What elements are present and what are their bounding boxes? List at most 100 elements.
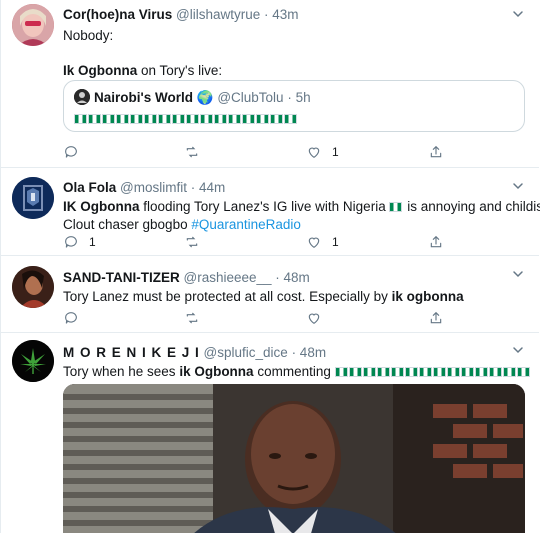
user-handle[interactable]: @moslimfit [120,180,187,195]
mention-bold: ik ogbonna [391,289,464,304]
retweet-button[interactable] [184,309,210,327]
nigeria-flag-icon [376,367,390,377]
nigeria-flag-icon [446,367,460,377]
user-handle[interactable]: @rashieeee__ [184,270,272,285]
tweet-text-line: Clout chaser gbogbo #QuarantineRadio [63,216,525,234]
tweet-text: commenting [253,364,335,379]
reply-button[interactable]: 1 [63,233,96,251]
retweet-icon [186,312,198,324]
reply-button[interactable] [63,143,89,161]
user-handle[interactable]: @splufic_dice [204,345,288,360]
quoted-tweet[interactable]: Nairobi's World 🌍 @ClubTolu · 5h [63,80,525,132]
tweet-text-line: Nobody: [63,28,114,43]
avatar[interactable] [12,4,54,46]
reply-icon [65,312,77,324]
retweet-button[interactable] [184,143,210,161]
display-name[interactable]: SAND-TANI-TIZER [63,270,180,285]
share-button[interactable] [428,233,444,251]
nigeria-flag-row [74,110,298,126]
nigeria-flag-icon [186,114,199,124]
nigeria-flag-row [334,364,531,379]
tweet-text-line: Ik Ogbonna on Tory's live: [63,62,525,80]
reply-count: 1 [89,235,96,249]
share-button[interactable] [428,309,444,327]
display-name[interactable]: Ola Fola [63,180,116,195]
nigeria-flag-icon [404,367,418,377]
chevron-down-icon[interactable] [511,267,525,281]
chevron-down-icon[interactable] [511,179,525,193]
tweet[interactable]: Ola Fola @moslimfit · 44m IK Ogbonna flo… [1,168,540,256]
nigeria-flag-icon [116,114,129,124]
tweet[interactable]: M O R E N I K E J I @splufic_dice · 48m … [1,333,539,533]
share-button[interactable] [428,143,444,161]
tweet-text-line: IK Ogbonna flooding Tory Lanez's IG live… [63,198,540,216]
hashtag-link[interactable]: #QuarantineRadio [191,217,301,232]
tweet-text-rest: on Tory's live: [137,63,223,78]
tweet-text: Clout chaser gbogbo [63,217,192,232]
like-button[interactable] [306,309,332,327]
quoted-display-name: Nairobi's World [94,90,193,105]
mention-bold: Ik Ogbonna [63,63,138,78]
timestamp[interactable]: · 43m [264,7,299,22]
retweet-icon [186,146,198,158]
nigeria-flag-icon [284,114,297,124]
chevron-down-icon[interactable] [511,7,525,21]
tweet-actions [63,309,483,327]
mention-bold: IK Ogbonna [63,199,140,214]
like-button[interactable]: 1 [306,233,339,251]
nigeria-flag-icon [214,114,227,124]
nigeria-flag-icon [144,114,157,124]
nigeria-flag-icon [502,367,516,377]
timestamp[interactable]: · 48m [292,345,327,360]
tweet[interactable]: Cor(hoe)na Virus @lilshawtyrue · 43m Nob… [1,0,539,168]
tweet-text-line: Tory Lanez must be protected at all cost… [63,288,525,306]
nigeria-flag-icon [362,367,376,377]
nigeria-flag-icon [228,114,241,124]
timestamp[interactable]: · 48m [275,270,310,285]
tweet[interactable]: SAND-TANI-TIZER @rashieeee__ · 48m Tory … [1,256,539,333]
nigeria-flag-icon [256,114,269,124]
nigeria-flag-icon [418,367,432,377]
heart-icon [308,147,320,159]
nigeria-flag-icon [389,202,403,212]
nigeria-flag-icon [88,114,101,124]
tweet-actions: 1 1 [63,233,483,251]
nigeria-flag-icon [74,114,87,124]
nigeria-flag-icon [270,114,283,124]
globe-icon: 🌍 [196,90,214,105]
user-handle[interactable]: @lilshawtyrue [176,7,260,22]
chevron-down-icon[interactable] [511,343,525,357]
reply-icon [65,236,77,248]
nigeria-flag-icon [474,367,488,377]
like-count: 1 [332,145,339,159]
display-name[interactable]: M O R E N I K E J I [63,345,200,360]
nigeria-flag-icon [460,367,474,377]
display-name[interactable]: Cor(hoe)na Virus [63,7,172,22]
nigeria-flag-icon [334,367,348,377]
quoted-timestamp: · 5h [287,90,311,105]
nigeria-flag-icon [390,367,404,377]
tweet-actions: 1 [63,143,483,161]
avatar[interactable] [12,266,54,308]
nigeria-flag-icon [488,367,502,377]
like-count: 1 [332,235,339,249]
quoted-avatar [74,89,90,105]
mention-bold: ik Ogbonna [179,364,254,379]
avatar[interactable] [12,340,54,382]
retweet-icon [186,236,198,248]
nigeria-flag-icon [242,114,255,124]
nigeria-flag-icon [130,114,143,124]
heart-icon [308,237,320,249]
nigeria-flag-icon [200,114,213,124]
nigeria-flag-icon [348,367,362,377]
share-icon [430,235,442,248]
tweet-text: is annoying and childish. [403,199,540,214]
like-button[interactable]: 1 [306,143,339,161]
retweet-button[interactable] [184,233,210,251]
avatar[interactable] [12,177,54,219]
tweet-text-line: Tory when he sees ik Ogbonna commenting [63,363,530,381]
reply-button[interactable] [63,309,89,327]
timestamp[interactable]: · 44m [191,180,226,195]
tweet-feed: Cor(hoe)na Virus @lilshawtyrue · 43m Nob… [0,0,540,533]
video-thumbnail[interactable] [63,384,525,533]
